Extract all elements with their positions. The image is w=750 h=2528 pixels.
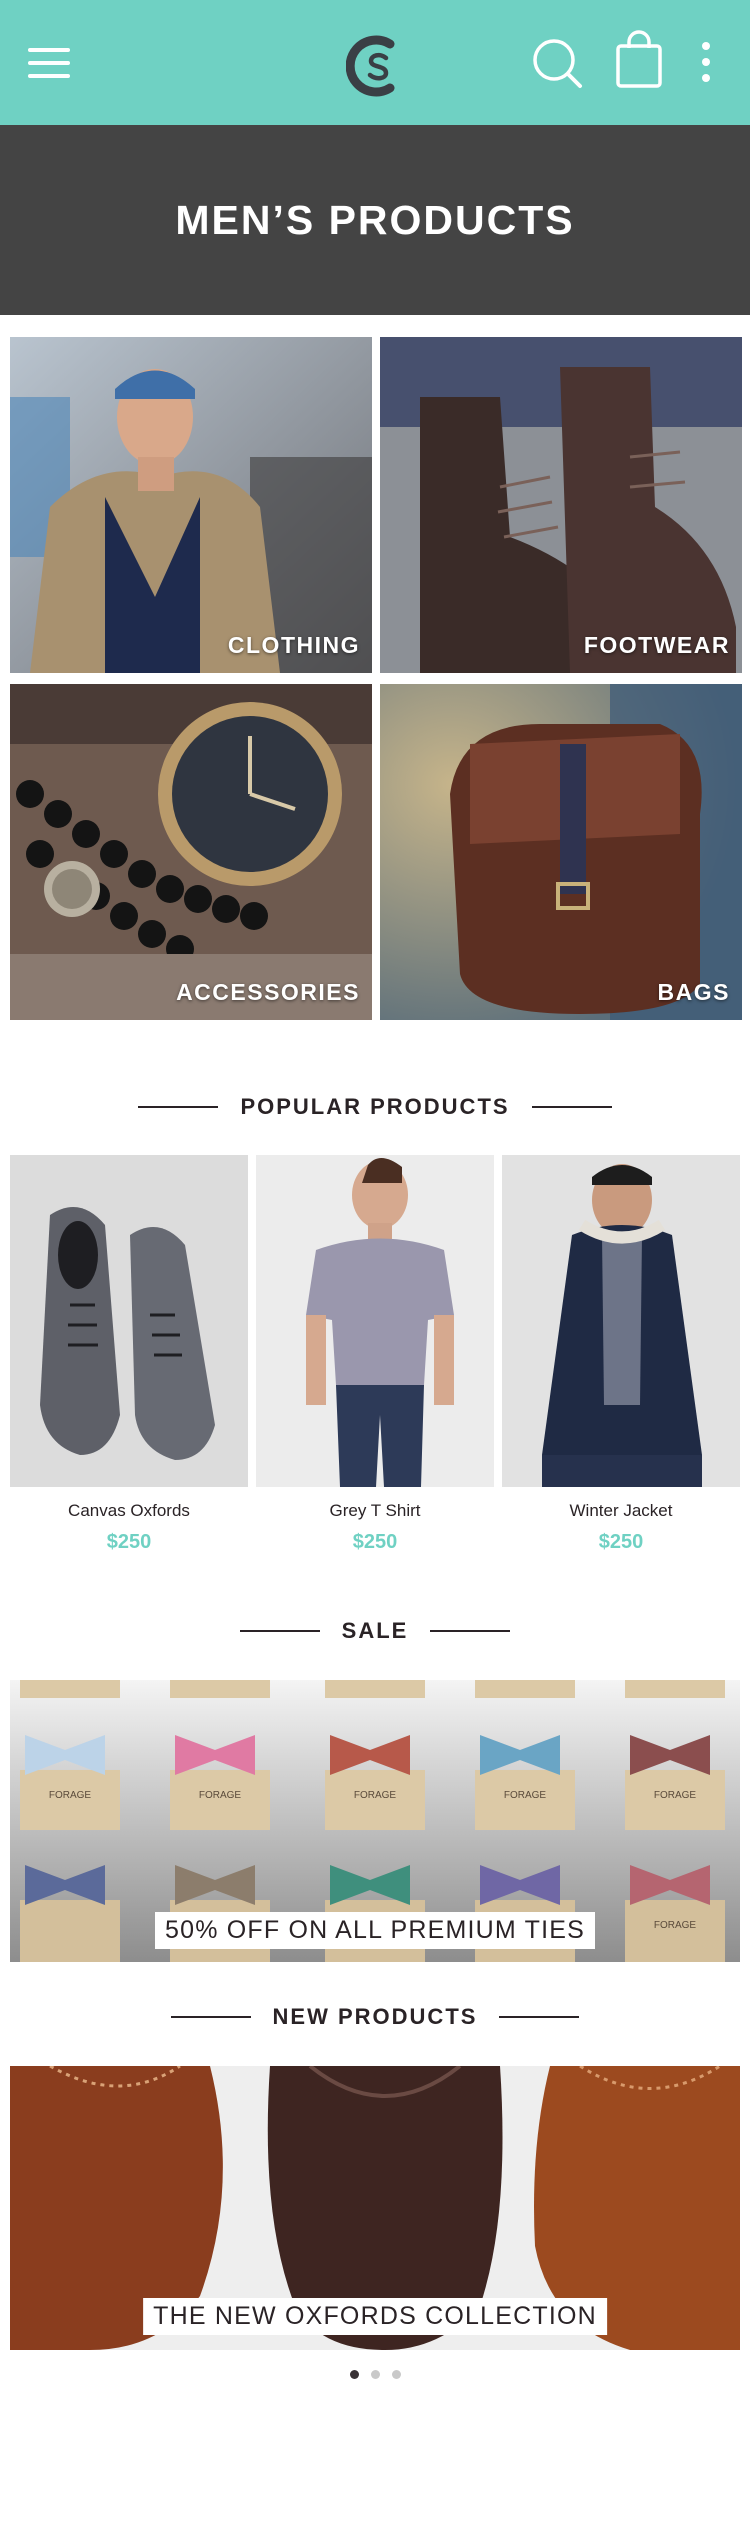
category-label: BAGS [657, 979, 730, 1005]
popular-products-heading: POPULAR PRODUCTS [0, 1094, 750, 1120]
carousel-pagination [0, 2370, 750, 2379]
shopping-bag-icon[interactable] [614, 30, 664, 90]
product-card-canvas-oxfords[interactable]: Canvas Oxfords $250 [10, 1155, 248, 1554]
product-name: Canvas Oxfords [68, 1501, 190, 1520]
accessories-photo [10, 684, 372, 1020]
carousel-dot[interactable] [370, 2370, 380, 2379]
new-products-caption: THE NEW OXFORDS COLLECTION [143, 2298, 607, 2335]
category-label: ACCESSORIES [176, 979, 360, 1005]
cs-logo-icon[interactable] [346, 34, 404, 98]
section-title: NEW PRODUCTS [272, 2004, 478, 2029]
category-tile-accessories[interactable]: ACCESSORIES [10, 684, 372, 1020]
product-card-winter-jacket[interactable]: Winter Jacket $250 [502, 1155, 740, 1554]
page-title: MEN’S PRODUCTS [175, 196, 575, 243]
product-name: Grey T Shirt [329, 1501, 421, 1520]
product-price: $250 [598, 1531, 644, 1553]
more-vertical-icon[interactable] [694, 40, 718, 90]
sale-banner[interactable]: FORAGE FORAGE FORAGE FORAGE FORAGE FORAG… [10, 1680, 740, 1962]
footwear-photo [380, 337, 742, 673]
box-brand-label: FORAGE [654, 1920, 697, 1931]
product-price: $250 [106, 1531, 152, 1553]
category-label: FOOTWEAR [583, 632, 730, 658]
divider [138, 1106, 219, 1108]
sale-caption: 50% OFF ON ALL PREMIUM TIES [155, 1912, 595, 1949]
divider [430, 1630, 511, 1632]
search-icon[interactable] [530, 36, 584, 90]
new-products-banner[interactable]: THE NEW OXFORDS COLLECTION [10, 2066, 740, 2350]
carousel-dot[interactable] [349, 2370, 359, 2379]
product-card-grey-t-shirt[interactable]: Grey T Shirt $250 [256, 1155, 494, 1554]
sale-heading: SALE [0, 1618, 750, 1644]
clothing-photo [10, 337, 372, 673]
top-app-bar [0, 0, 750, 125]
box-brand-label: FORAGE [654, 1790, 697, 1801]
section-title: POPULAR PRODUCTS [240, 1094, 510, 1119]
bags-photo [380, 684, 742, 1020]
product-image [256, 1155, 494, 1487]
category-tile-bags[interactable]: BAGS [380, 684, 742, 1020]
category-tile-footwear[interactable]: FOOTWEAR [380, 337, 742, 673]
new-products-heading: NEW PRODUCTS [0, 2004, 750, 2030]
product-name: Winter Jacket [569, 1501, 673, 1520]
divider [531, 1106, 612, 1108]
hamburger-icon[interactable] [28, 46, 72, 80]
category-label: CLOTHING [227, 632, 360, 658]
box-brand-label: FORAGE [504, 1790, 547, 1801]
box-brand-label: FORAGE [354, 1790, 397, 1801]
page-hero: MEN’S PRODUCTS [0, 125, 750, 315]
category-tile-clothing[interactable]: CLOTHING [10, 337, 372, 673]
product-image [502, 1155, 740, 1487]
box-brand-label: FORAGE [49, 1790, 92, 1801]
product-price: $250 [352, 1531, 398, 1553]
section-title: SALE [341, 1618, 409, 1643]
divider [239, 1630, 320, 1632]
box-brand-label: FORAGE [199, 1790, 242, 1801]
carousel-dot[interactable] [391, 2370, 401, 2379]
product-image [10, 1155, 248, 1487]
divider [499, 2016, 580, 2018]
divider [170, 2016, 251, 2018]
